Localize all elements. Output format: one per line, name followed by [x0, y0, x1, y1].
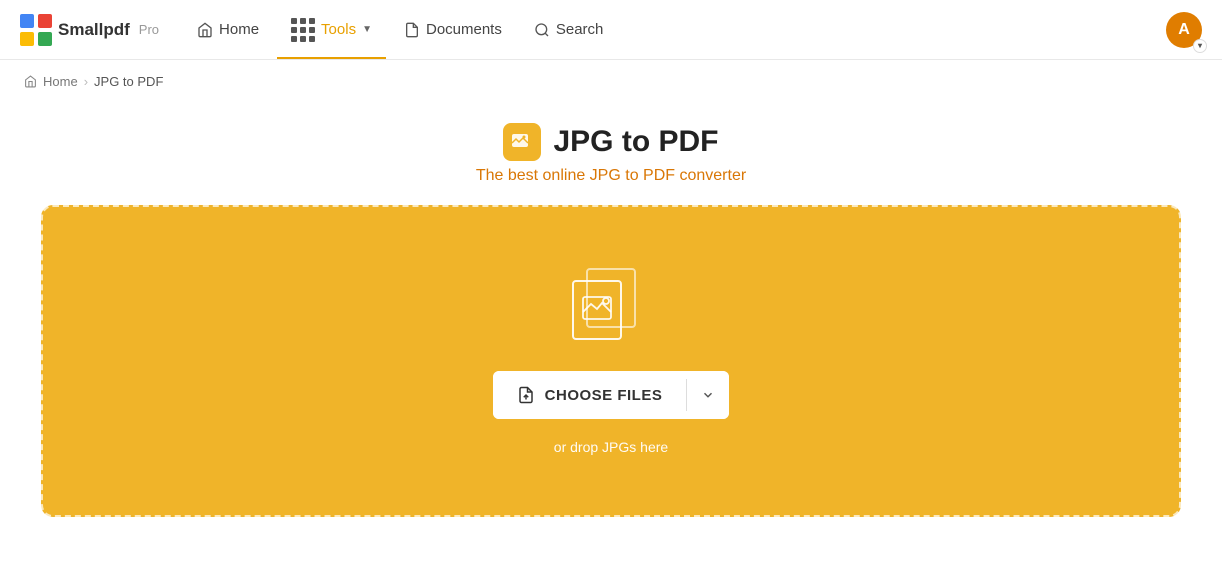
- avatar-dropdown-arrow: ▾: [1193, 39, 1207, 53]
- choose-files-dropdown-button[interactable]: [687, 371, 729, 419]
- chevron-down-icon: [701, 388, 715, 402]
- avatar-initial: A: [1178, 21, 1190, 39]
- main-content: JPG to PDF The best online JPG to PDF co…: [0, 103, 1222, 557]
- choose-files-label: CHOOSE FILES: [545, 387, 663, 404]
- nav-documents-label: Documents: [426, 21, 502, 38]
- breadcrumb-home-icon: [24, 75, 37, 88]
- page-title-area: JPG to PDF: [503, 123, 718, 161]
- nav-home[interactable]: Home: [183, 13, 273, 46]
- logo-text: Smallpdf: [58, 20, 130, 40]
- smallpdf-logo-icon: [20, 14, 52, 46]
- file-upload-icon: [517, 386, 535, 404]
- breadcrumb-current: JPG to PDF: [94, 74, 163, 89]
- breadcrumb-home-link[interactable]: Home: [43, 74, 78, 89]
- nav-search[interactable]: Search: [520, 13, 618, 46]
- file-illustration: [571, 267, 651, 347]
- user-avatar[interactable]: A ▾: [1166, 12, 1202, 48]
- nav-home-label: Home: [219, 21, 259, 38]
- file-front-icon: [571, 279, 623, 341]
- search-icon: [534, 22, 550, 38]
- nav-items: Home Tools ▼ Documents Search: [183, 10, 1166, 50]
- documents-icon: [404, 22, 420, 38]
- breadcrumb-separator: ›: [84, 74, 88, 89]
- page-title: JPG to PDF: [553, 125, 718, 159]
- page-subtitle: The best online JPG to PDF converter: [476, 167, 746, 185]
- grid-icon: [291, 18, 315, 42]
- drop-hint: or drop JPGs here: [554, 439, 668, 455]
- logo-pro-label: Pro: [139, 22, 159, 37]
- logo[interactable]: Smallpdf Pro: [20, 14, 159, 46]
- page-title-icon: [503, 123, 541, 161]
- tools-dropdown-arrow: ▼: [362, 24, 372, 35]
- nav-documents[interactable]: Documents: [390, 13, 516, 46]
- jpg-to-pdf-icon: [510, 130, 534, 154]
- nav-tools[interactable]: Tools ▼: [277, 10, 386, 50]
- choose-files-button[interactable]: CHOOSE FILES: [493, 371, 687, 419]
- drop-zone[interactable]: CHOOSE FILES or drop JPGs here: [41, 205, 1181, 517]
- breadcrumb: Home › JPG to PDF: [0, 60, 1222, 103]
- nav-search-label: Search: [556, 21, 604, 38]
- home-icon: [197, 22, 213, 38]
- navbar: Smallpdf Pro Home Tools ▼ Documents: [0, 0, 1222, 60]
- choose-files-group: CHOOSE FILES: [493, 371, 730, 419]
- nav-tools-label: Tools: [321, 21, 356, 38]
